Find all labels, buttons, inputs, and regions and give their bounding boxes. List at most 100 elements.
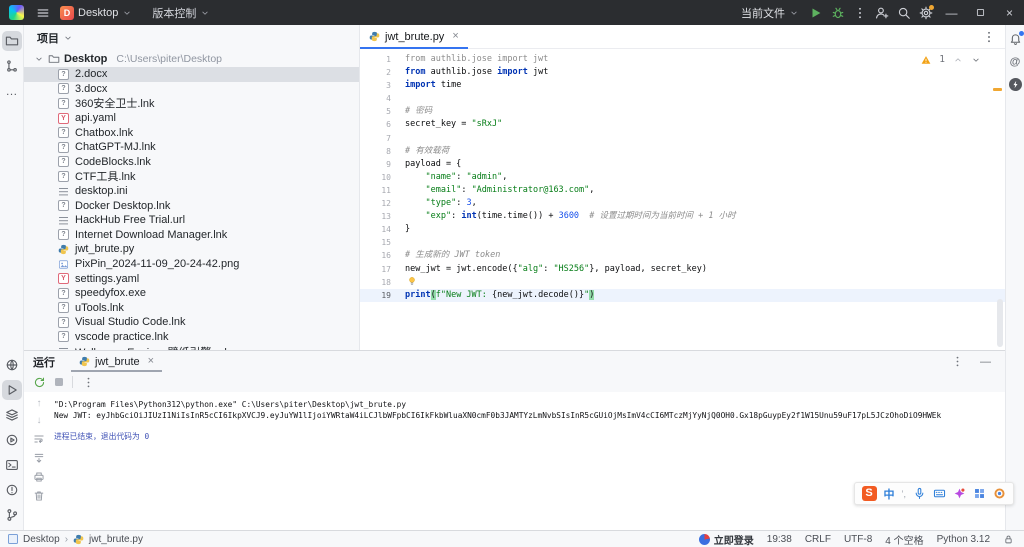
notifications-icon[interactable] (1009, 33, 1022, 46)
code-editor-body[interactable]: 1from authlib.jose import jwt2from authl… (360, 49, 1005, 350)
tree-item[interactable]: Yapi.yaml (24, 111, 359, 126)
run-toolwindow-icon[interactable] (2, 380, 22, 400)
ime-language-icon[interactable]: 中 (884, 486, 895, 502)
code-line[interactable]: 12 "type": 3, (360, 197, 1005, 210)
close-tab-icon[interactable]: × (452, 31, 458, 42)
console-output[interactable]: "D:\Program Files\Python312\python.exe" … (54, 392, 1005, 530)
run-button[interactable] (805, 2, 827, 24)
tree-item[interactable]: ?3.docx (24, 82, 359, 97)
tree-item[interactable]: ?Docker Desktop.lnk (24, 198, 359, 213)
tree-item[interactable]: Ysettings.yaml (24, 271, 359, 286)
code-line[interactable]: 6secret_key = "sRxJ" (360, 118, 1005, 131)
ime-toolbar[interactable]: S 中 ’, (854, 482, 1015, 505)
tree-item[interactable]: ?Chatbox.lnk (24, 125, 359, 140)
pycharm-logo-icon[interactable] (9, 5, 24, 20)
code-line[interactable]: 11 "email": "Administrator@163.com", (360, 184, 1005, 197)
tree-item[interactable]: ?2.docx (24, 67, 359, 82)
tree-item[interactable]: jwt_brute.py (24, 242, 359, 257)
sogou-logo-icon[interactable]: S (862, 486, 877, 501)
tree-item[interactable]: ?Visual Studio Code.lnk (24, 315, 359, 330)
tree-item[interactable]: ?uTools.lnk (24, 301, 359, 316)
editor-tab[interactable]: jwt_brute.py × (360, 25, 468, 48)
run-tab[interactable]: jwt_brute × (71, 351, 162, 372)
tree-item[interactable]: PixPin_2024-11-09_20-24-42.png (24, 257, 359, 272)
prev-problem-icon[interactable] (953, 55, 963, 65)
status-widget[interactable]: 19:38 (767, 534, 792, 545)
plugin-icon[interactable] (1009, 78, 1022, 91)
status-widget[interactable]: 4 个空格 (885, 532, 923, 547)
tree-item[interactable]: ?360安全卫士.lnk (24, 96, 359, 111)
tree-item[interactable]: ?vscode practice.lnk (24, 330, 359, 345)
project-panel-header[interactable]: 项目 (24, 25, 359, 51)
ime-punctuation-icon[interactable]: ’, (902, 489, 907, 499)
code-line[interactable]: 14} (360, 223, 1005, 236)
tree-item[interactable]: HackHub Free Trial.url (24, 213, 359, 228)
breadcrumb[interactable]: Desktop › jwt_brute.py (8, 534, 143, 545)
code-line[interactable]: 7 (360, 132, 1005, 145)
git-toolwindow-icon[interactable] (2, 505, 22, 525)
code-line[interactable]: 2from authlib.jose import jwt (360, 66, 1005, 79)
debug-button[interactable] (827, 2, 849, 24)
code-line[interactable]: 15 (360, 236, 1005, 249)
print-icon[interactable] (33, 471, 45, 483)
search-everywhere-icon[interactable] (893, 2, 915, 24)
tree-item[interactable]: desktop.ini (24, 184, 359, 199)
rerun-button[interactable] (33, 376, 46, 389)
code-line[interactable]: 4 (360, 92, 1005, 105)
code-line[interactable]: 8# 有效载荷 (360, 145, 1005, 158)
close-button[interactable]: × (995, 0, 1024, 25)
lock-icon[interactable] (1003, 534, 1014, 545)
more-actions-icon[interactable] (849, 2, 871, 24)
virtual-keyboard-icon[interactable] (933, 487, 946, 500)
tab-options-icon[interactable] (982, 30, 996, 44)
terminal-icon[interactable] (2, 455, 22, 475)
code-with-me-icon[interactable] (871, 2, 893, 24)
code-line[interactable]: 19print(f"New JWT: {new_jwt.decode()}") (360, 289, 1005, 302)
code-line[interactable]: 5# 密码 (360, 105, 1005, 118)
next-problem-icon[interactable] (971, 55, 981, 65)
code-line[interactable]: 9payload = { (360, 158, 1005, 171)
project-selector[interactable]: D Desktop (54, 2, 138, 23)
clear-console-icon[interactable] (33, 490, 45, 502)
run-panel-title[interactable]: 运行 (33, 354, 55, 370)
code-line[interactable]: 13 "exp": int(time.time()) + 3600 # 设置过期… (360, 210, 1005, 223)
more-icon[interactable] (82, 376, 95, 389)
code-line[interactable]: 17new_jwt = jwt.encode({"alg": "HS256"},… (360, 263, 1005, 276)
minimize-button[interactable]: — (937, 0, 966, 25)
code-line[interactable]: 10 "name": "admin", (360, 171, 1005, 184)
structure-toolwindow-icon[interactable] (2, 56, 22, 76)
skin-icon[interactable] (953, 487, 966, 500)
toolbox-icon[interactable] (973, 487, 986, 500)
problems-icon[interactable] (2, 480, 22, 500)
intention-bulb-icon[interactable] (407, 276, 417, 286)
hide-panel-icon[interactable]: — (980, 356, 991, 368)
python-packages-icon[interactable] (2, 405, 22, 425)
tree-root[interactable]: Desktop C:\Users\piter\Desktop (24, 51, 359, 67)
project-toolwindow-icon[interactable] (2, 31, 22, 51)
more-toolwindows-icon[interactable]: … (2, 81, 22, 101)
vcs-menu[interactable]: 版本控制 (146, 2, 216, 23)
tree-item[interactable]: ?speedyfox.exe (24, 286, 359, 301)
down-stacktrace-icon[interactable]: ↓ (37, 416, 42, 426)
python-console-icon[interactable] (2, 355, 22, 375)
soft-wrap-icon[interactable] (33, 433, 45, 445)
code-line[interactable]: 3import time (360, 79, 1005, 92)
ime-settings-icon[interactable] (993, 487, 1006, 500)
status-widget[interactable]: CRLF (805, 534, 831, 545)
run-config-selector[interactable]: 当前文件 (735, 2, 805, 23)
tree-item[interactable]: ?CTF工具.lnk (24, 169, 359, 184)
tree-item[interactable]: ?Internet Download Manager.lnk (24, 228, 359, 243)
run-panel-options-icon[interactable] (951, 355, 964, 368)
stop-button[interactable] (55, 378, 63, 386)
main-menu-icon[interactable] (32, 2, 54, 24)
tree-item[interactable]: ?ChatGPT-MJ.lnk (24, 140, 359, 155)
code-line[interactable]: 18 (360, 276, 1005, 289)
inspections-widget[interactable]: 1 (921, 54, 981, 65)
status-widget[interactable]: UTF-8 (844, 534, 872, 545)
settings-icon[interactable] (915, 2, 937, 24)
scroll-to-end-icon[interactable] (33, 452, 45, 464)
ai-assistant-icon[interactable]: @ (1010, 56, 1021, 68)
up-stacktrace-icon[interactable]: ↑ (37, 399, 42, 409)
close-tab-icon[interactable]: × (148, 356, 154, 367)
maximize-button[interactable] (966, 0, 995, 25)
